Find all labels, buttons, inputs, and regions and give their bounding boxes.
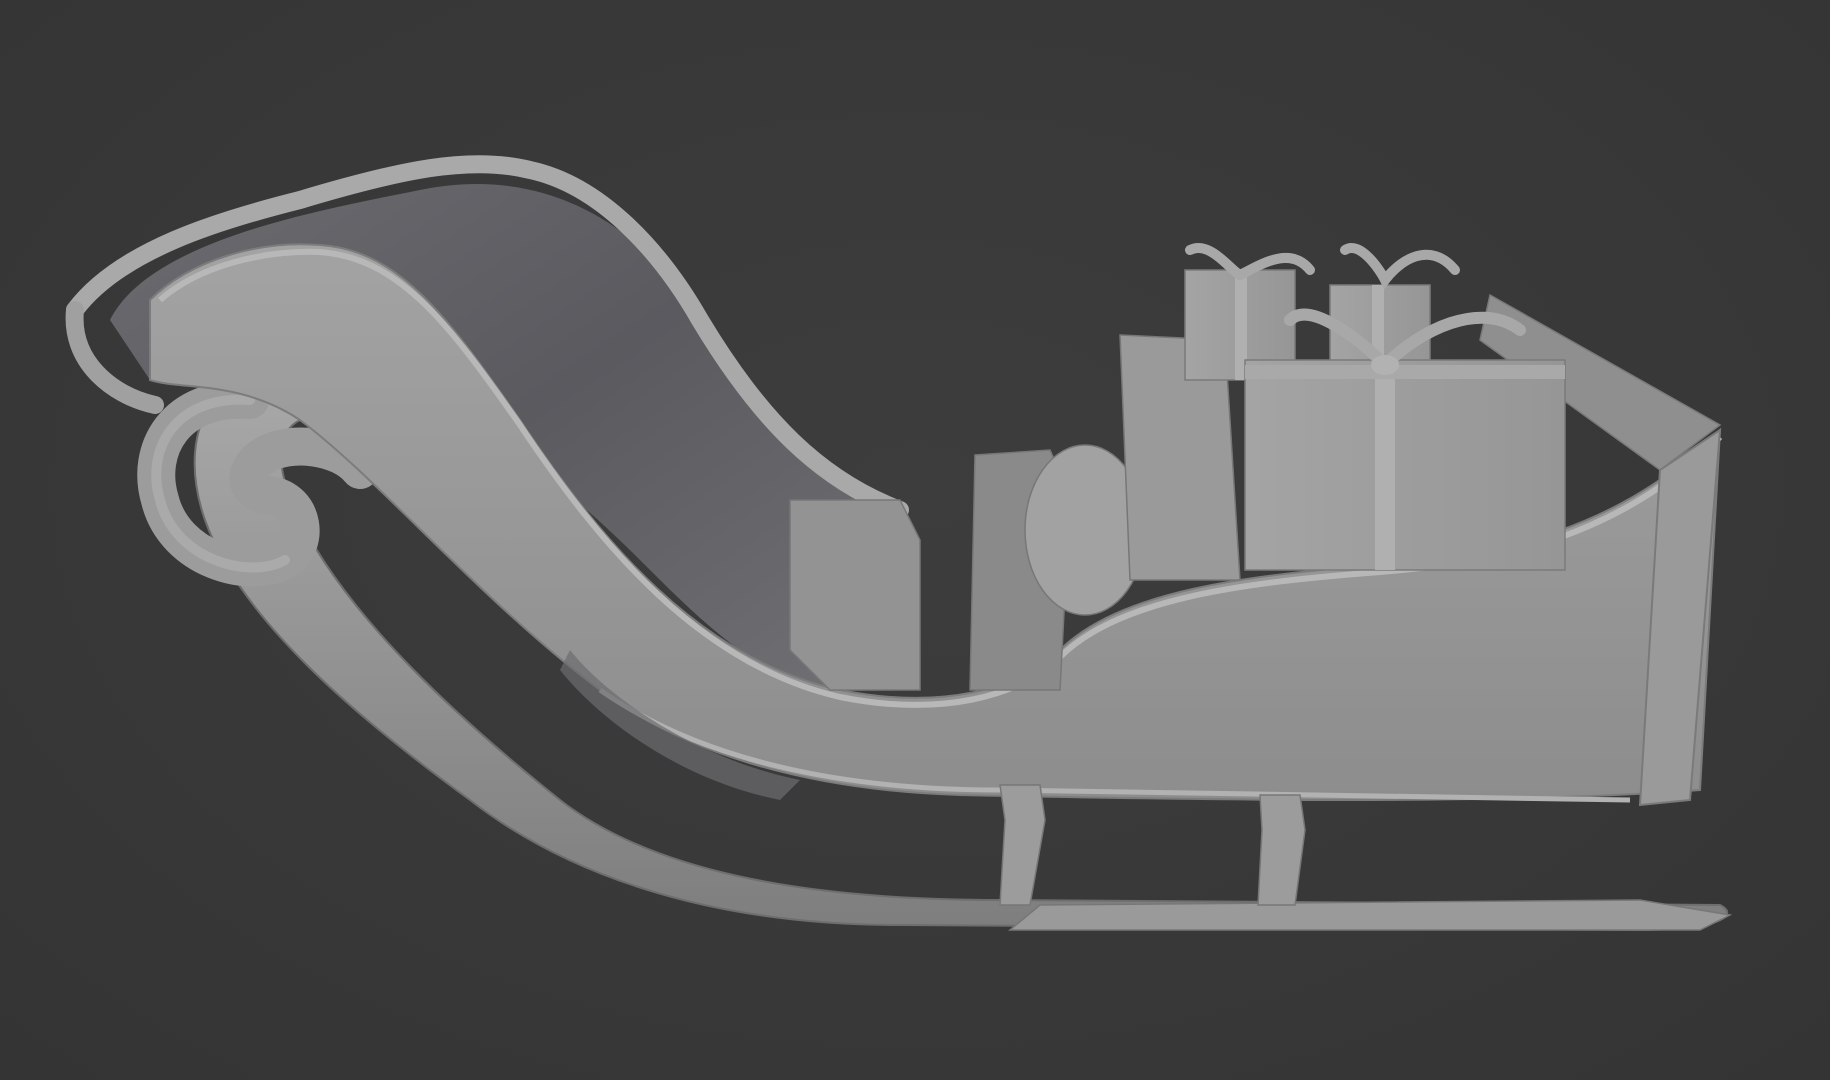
3d-viewport[interactable] bbox=[0, 0, 1830, 1080]
sleigh-model[interactable] bbox=[0, 0, 1830, 1080]
runner-struts bbox=[999, 784, 1306, 906]
